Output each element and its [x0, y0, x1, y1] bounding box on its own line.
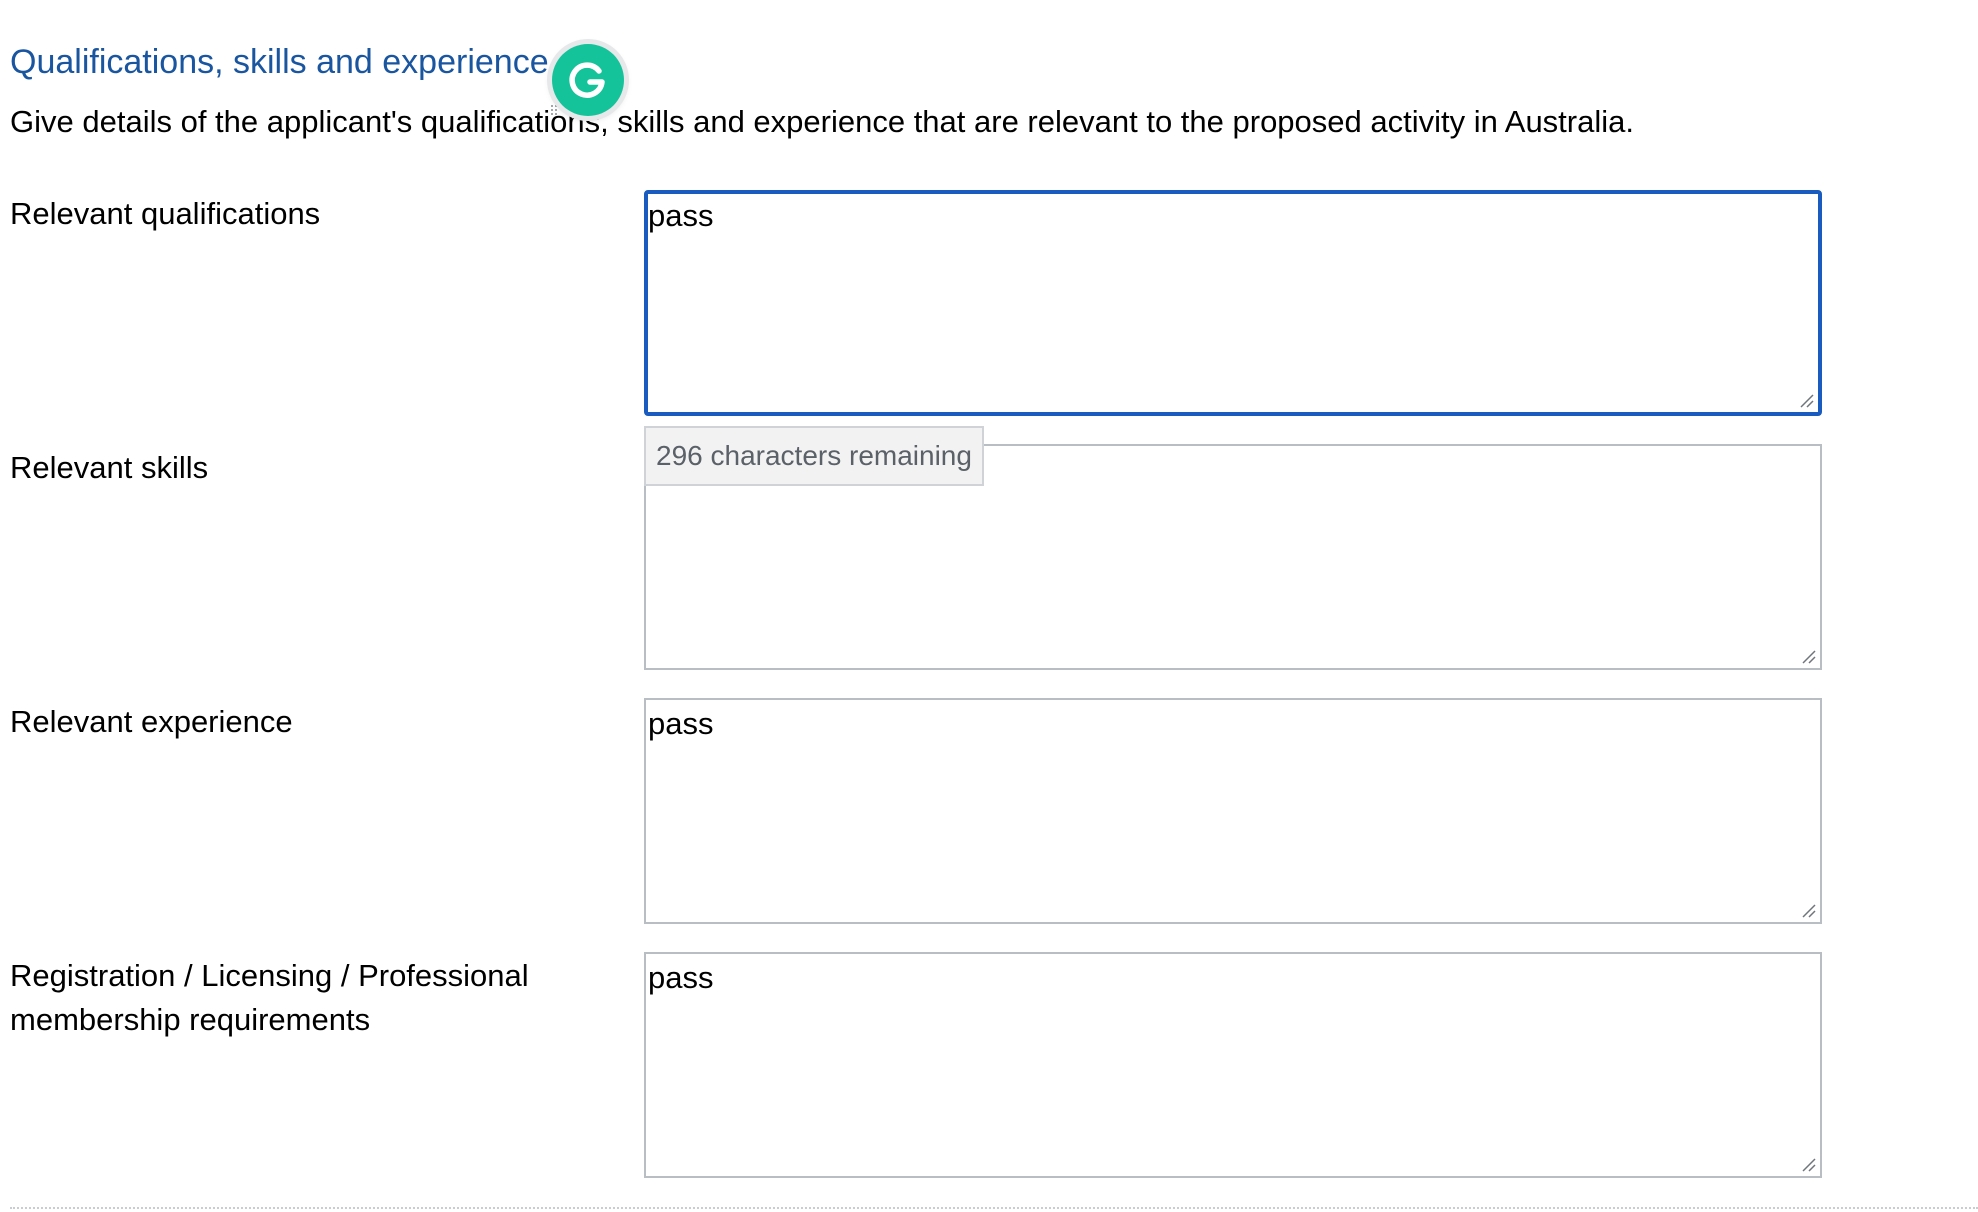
registration-licensing-value: pass — [648, 960, 714, 995]
resize-handle-icon[interactable] — [1798, 392, 1814, 408]
relevant-qualifications-textarea[interactable]: pass — [644, 190, 1822, 416]
resize-handle-icon[interactable] — [1800, 1156, 1816, 1172]
label-relevant-qualifications: Relevant qualifications — [10, 196, 321, 231]
resize-handle-icon[interactable] — [1800, 648, 1816, 664]
label-registration-licensing: Registration / Licensing / Professional … — [10, 958, 529, 1037]
label-relevant-experience: Relevant experience — [10, 704, 293, 739]
section-divider — [10, 1207, 1978, 1209]
registration-licensing-textarea[interactable]: pass — [644, 952, 1822, 1178]
characters-remaining-counter: 296 characters remaining — [644, 426, 984, 486]
relevant-experience-textarea[interactable]: pass — [644, 698, 1822, 924]
section-title: Qualifications, skills and experience — [10, 43, 549, 81]
relevant-qualifications-value: pass — [648, 198, 714, 233]
grammarly-icon[interactable] — [552, 44, 624, 116]
label-relevant-skills: Relevant skills — [10, 450, 209, 485]
section-description: Give details of the applicant's qualific… — [10, 104, 1634, 139]
relevant-experience-value: pass — [648, 706, 714, 741]
resize-handle-icon[interactable] — [1800, 902, 1816, 918]
